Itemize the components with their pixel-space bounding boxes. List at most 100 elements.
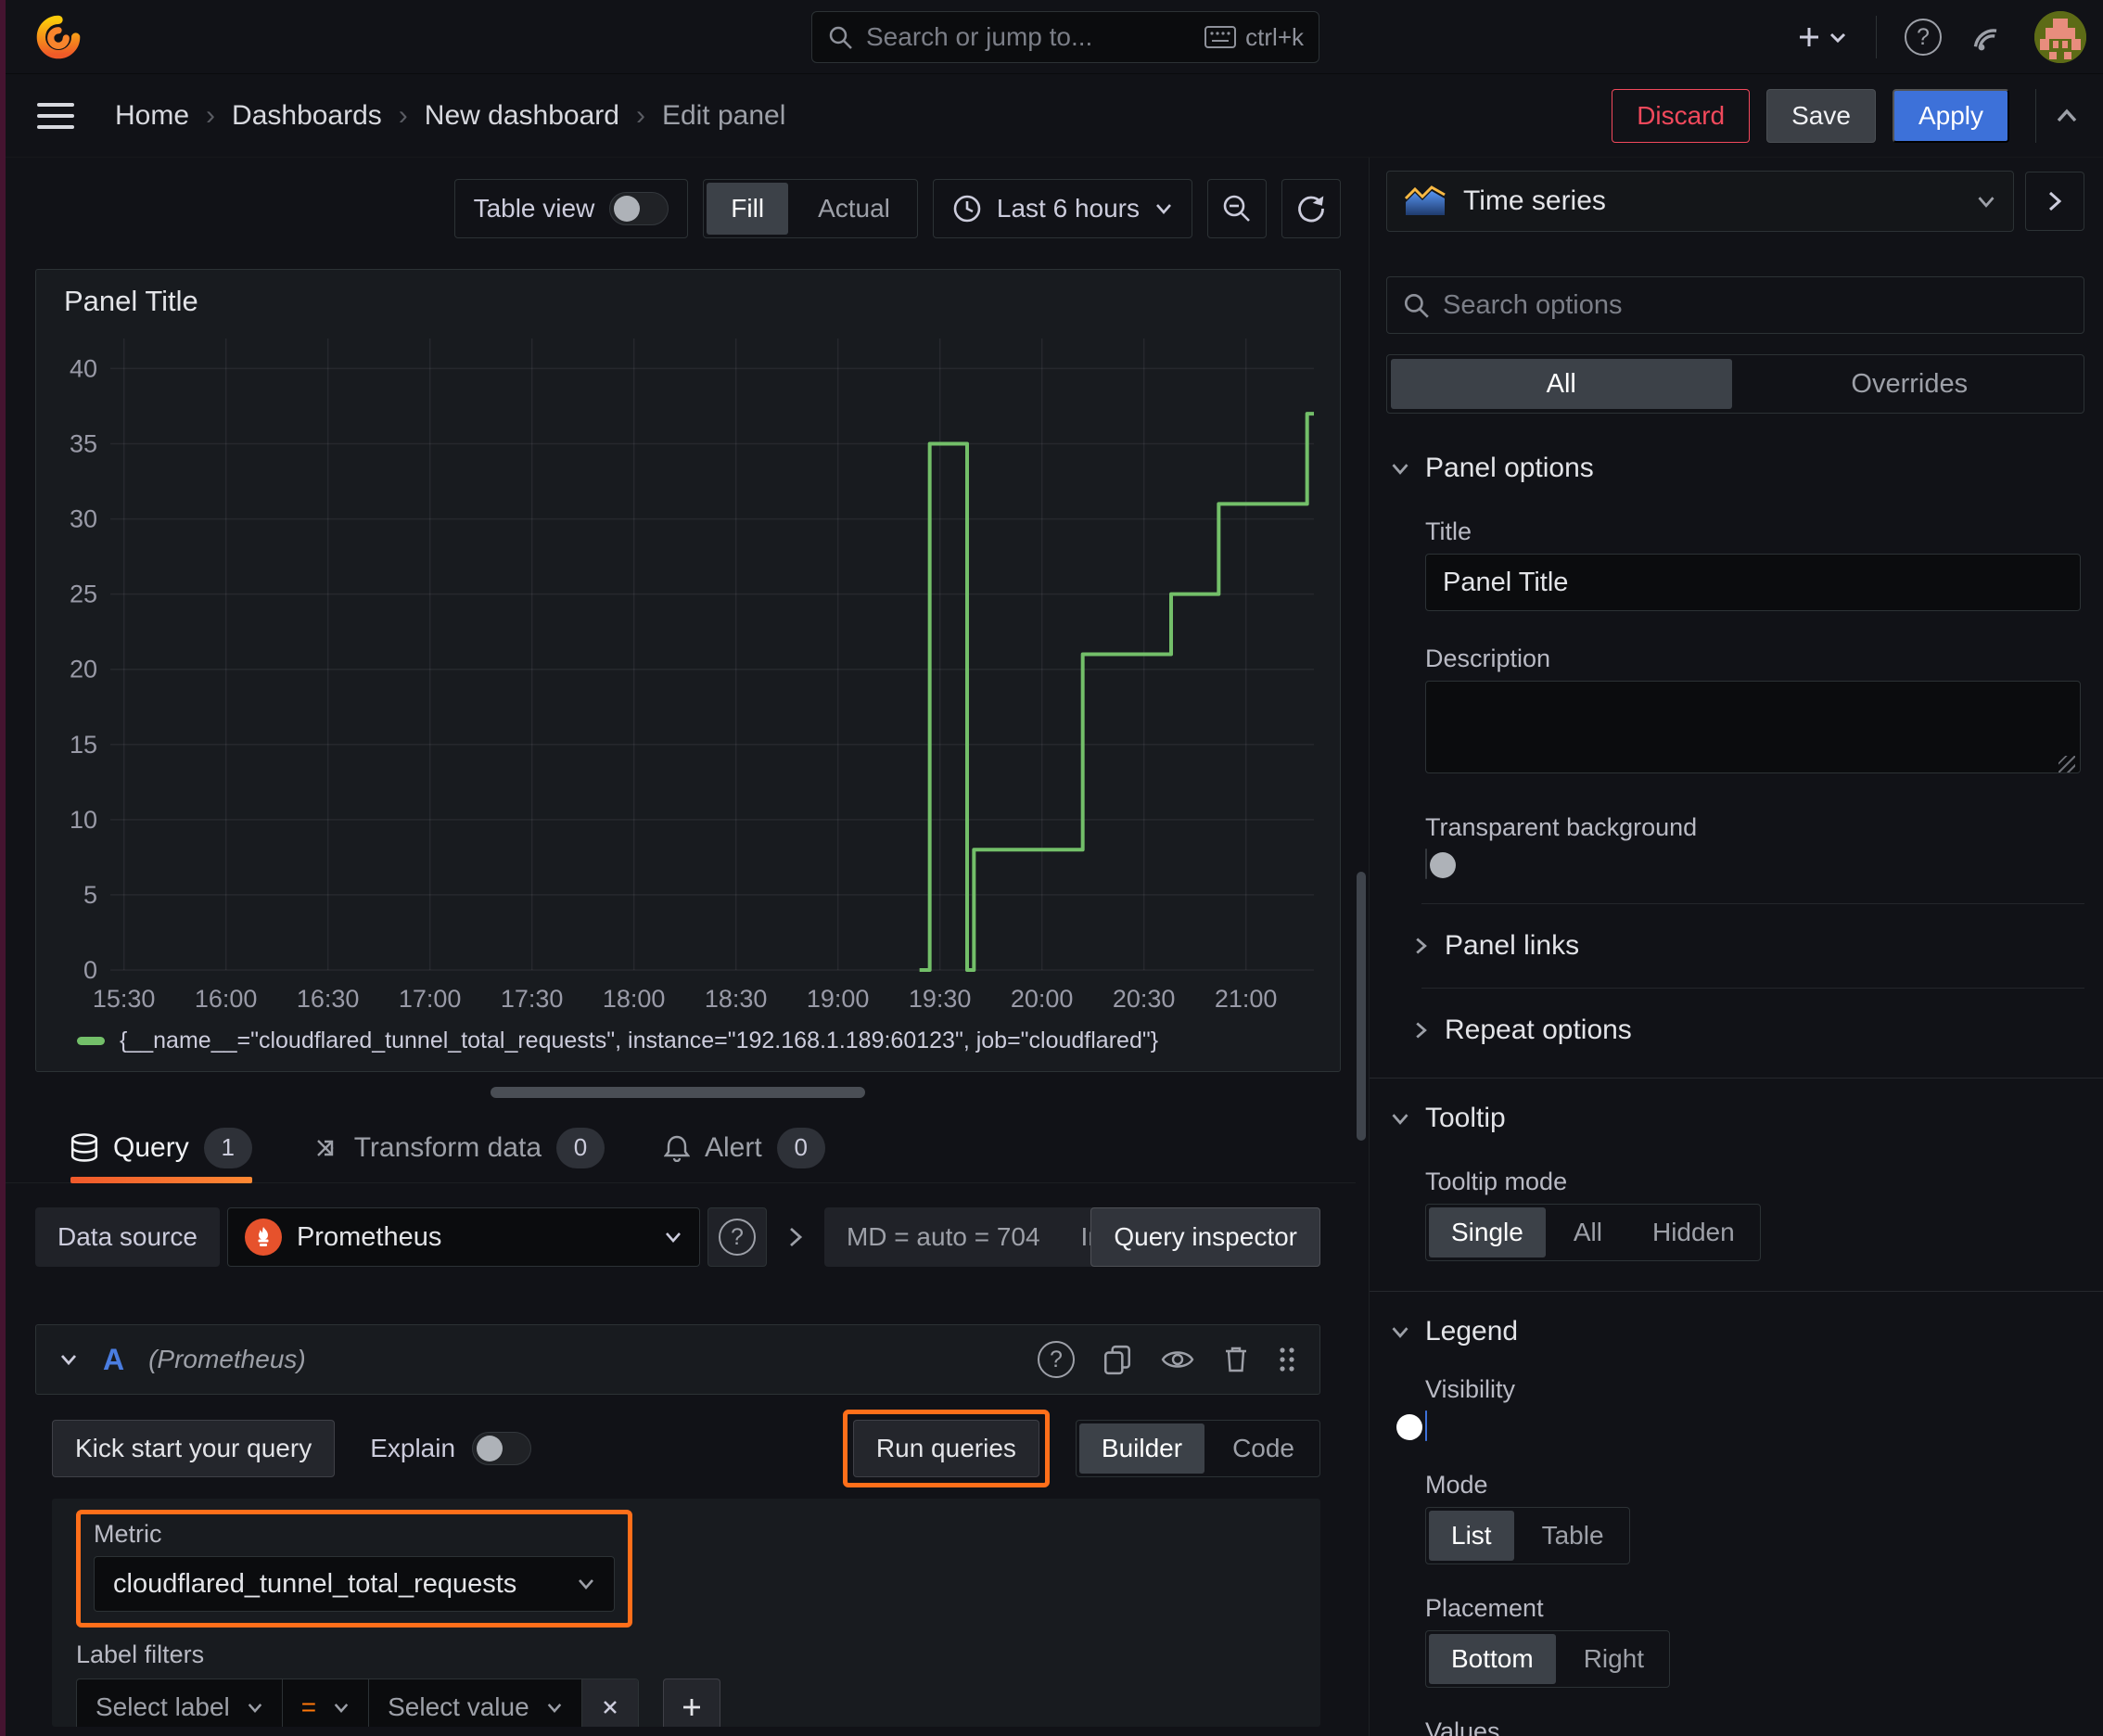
query-row-header[interactable]: A (Prometheus) ? <box>35 1324 1320 1395</box>
transparent-bg-toggle[interactable] <box>1425 849 1456 879</box>
fit-actual-option[interactable]: Actual <box>794 183 914 235</box>
legend-placement-bottom[interactable]: Bottom <box>1429 1634 1556 1684</box>
label-filters-label: Label filters <box>76 1640 205 1668</box>
y-tick-label: 10 <box>70 806 97 834</box>
metric-select[interactable]: cloudflared_tunnel_total_requests <box>94 1556 615 1612</box>
tab-transform-label: Transform data <box>353 1131 542 1163</box>
legend-mode-list[interactable]: List <box>1429 1511 1514 1561</box>
run-queries-annotation: Run queries <box>842 1410 1050 1487</box>
legend-mode-label: Mode <box>1425 1471 1488 1499</box>
options-search-input[interactable] <box>1443 289 2069 321</box>
fit-fill-option[interactable]: Fill <box>707 183 789 235</box>
help-icon[interactable]: ? <box>1905 19 1942 56</box>
table-view-toggle[interactable] <box>609 192 669 225</box>
select-value-placeholder: Select value <box>388 1692 529 1721</box>
scope-overrides[interactable]: Overrides <box>1740 359 2081 409</box>
search-icon <box>829 26 852 49</box>
chart-plot[interactable]: 0 5 10 15 20 25 30 35 40 15:30 16:00 16:30 17:00 17:3… <box>45 326 1331 1022</box>
query-help-icon[interactable]: ? <box>1038 1341 1075 1378</box>
panel-description-input[interactable] <box>1425 681 2081 773</box>
panel-links-title: Panel links <box>1445 930 1580 961</box>
drag-grip-icon[interactable] <box>1277 1345 1297 1374</box>
legend-mode-table[interactable]: Table <box>1520 1511 1626 1561</box>
select-value-dropdown[interactable]: Select value <box>369 1679 582 1727</box>
tab-query[interactable]: Query 1 <box>70 1113 252 1183</box>
grafana-logo-icon[interactable] <box>32 10 85 64</box>
time-range-picker[interactable]: Last 6 hours <box>932 179 1192 238</box>
remove-filter-button[interactable] <box>581 1679 638 1727</box>
x-tick-label: 19:00 <box>807 985 870 1013</box>
datasource-picker[interactable]: Prometheus <box>226 1207 700 1267</box>
breadcrumb-dashboards[interactable]: Dashboards <box>232 100 382 132</box>
apply-button[interactable]: Apply <box>1892 88 2009 143</box>
breadcrumb-new-dashboard[interactable]: New dashboard <box>425 100 619 132</box>
datasource-help-button[interactable]: ? <box>707 1207 767 1267</box>
scrollbar-thumb[interactable] <box>1357 872 1366 1141</box>
tooltip-section: Tooltip Tooltip mode Single All Hidden <box>1386 1079 2084 1285</box>
chevron-down-icon <box>579 1579 593 1589</box>
y-tick-label: 30 <box>70 505 97 533</box>
eye-icon[interactable] <box>1160 1347 1195 1372</box>
zoom-out-button[interactable] <box>1207 179 1267 238</box>
collapse-options-button[interactable] <box>2025 172 2084 231</box>
repeat-options-section[interactable]: Repeat options <box>1386 989 2084 1072</box>
scope-all[interactable]: All <box>1391 359 1732 409</box>
query-inspector-button[interactable]: Query inspector <box>1090 1207 1320 1267</box>
menu-icon[interactable] <box>37 102 74 129</box>
panel-title-input[interactable] <box>1425 554 2081 611</box>
y-tick-label: 0 <box>83 956 97 984</box>
editor-mode-builder[interactable]: Builder <box>1078 1423 1205 1474</box>
global-search-input[interactable]: Search or jump to... ctrl+k <box>811 11 1319 63</box>
add-filter-button[interactable] <box>662 1679 720 1727</box>
edit-pane: Table view Fill Actual Last 6 hours Pane… <box>0 158 1356 1736</box>
transparent-bg-label: Transparent background <box>1425 813 1698 841</box>
run-queries-button[interactable]: Run queries <box>852 1420 1039 1477</box>
expand-row-icon[interactable] <box>774 1225 817 1249</box>
series-line <box>919 412 1314 972</box>
visualization-picker[interactable]: Time series <box>1386 171 2014 232</box>
save-button[interactable]: Save <box>1766 88 1876 143</box>
tooltip-mode-single[interactable]: Single <box>1429 1207 1546 1257</box>
table-view-label: Table view <box>473 194 595 223</box>
operator-dropdown[interactable]: = <box>283 1679 370 1727</box>
tooltip-header[interactable]: Tooltip <box>1390 1103 2081 1134</box>
panel-options-header[interactable]: Panel options <box>1390 453 2081 484</box>
tab-transform-data[interactable]: Transform data 0 <box>312 1113 605 1183</box>
tooltip-mode-hidden[interactable]: Hidden <box>1630 1207 1757 1257</box>
refresh-button[interactable] <box>1281 179 1341 238</box>
visualization-value: Time series <box>1463 185 1606 216</box>
trash-icon[interactable] <box>1223 1345 1249 1374</box>
metric-annotation: Metric cloudflared_tunnel_total_requests <box>76 1510 632 1628</box>
tab-transform-count: 0 <box>556 1127 605 1168</box>
tooltip-mode-all[interactable]: All <box>1551 1207 1625 1257</box>
add-new-button[interactable] <box>1796 24 1848 50</box>
legend-placement-label: Placement <box>1425 1594 1544 1622</box>
panel-links-section[interactable]: Panel links <box>1386 904 2084 988</box>
collapse-query-icon[interactable] <box>58 1352 79 1367</box>
kick-start-button[interactable]: Kick start your query <box>52 1420 336 1477</box>
panel-preview: Panel Title 0 5 10 15 20 25 30 35 40 15:30 16:00 16… <box>35 269 1341 1072</box>
news-icon[interactable] <box>1969 19 2007 56</box>
select-label-dropdown[interactable]: Select label <box>77 1679 283 1727</box>
explain-toggle[interactable] <box>472 1432 532 1465</box>
resize-grip-icon[interactable] <box>2058 756 2075 772</box>
breadcrumb-edit-panel: Edit panel <box>661 99 786 131</box>
datasource-value: Prometheus <box>296 1221 442 1252</box>
duplicate-icon[interactable] <box>1102 1344 1132 1375</box>
legend-visibility-toggle[interactable] <box>1396 1410 1427 1441</box>
legend-series-label[interactable]: {__name__="cloudflared_tunnel_total_requ… <box>120 1028 1158 1054</box>
avatar[interactable] <box>2034 11 2086 63</box>
legend-placement-right[interactable]: Right <box>1561 1634 1666 1684</box>
editor-mode-code[interactable]: Code <box>1210 1423 1317 1474</box>
tab-alert[interactable]: Alert 0 <box>664 1113 825 1183</box>
legend-header[interactable]: Legend <box>1390 1316 2081 1347</box>
legend-placement-group: Bottom Right <box>1425 1630 1671 1688</box>
collapse-header-icon[interactable] <box>2035 88 2081 143</box>
pane-resize-handle[interactable] <box>491 1087 865 1098</box>
breadcrumb-home[interactable]: Home <box>115 100 189 132</box>
chevron-down-icon <box>1392 463 1408 475</box>
discard-button[interactable]: Discard <box>1612 88 1751 143</box>
window-edge <box>0 0 6 1736</box>
options-search[interactable] <box>1386 276 2084 334</box>
global-search-placeholder: Search or jump to... <box>866 22 1093 51</box>
